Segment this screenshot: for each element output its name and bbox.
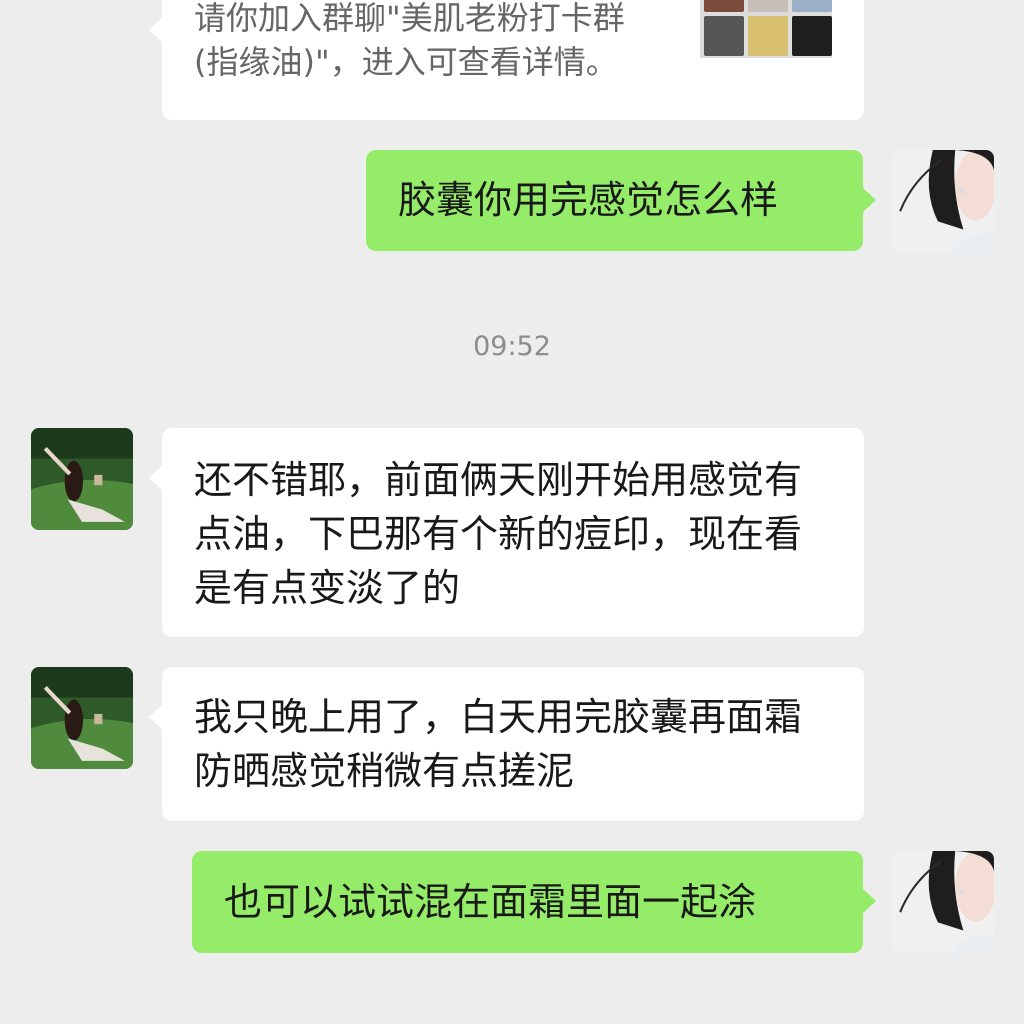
self-avatar[interactable] <box>892 851 994 953</box>
self-avatar[interactable] <box>892 150 994 252</box>
message-text: 胶囊你用完感觉怎么样 <box>398 178 779 222</box>
girl-with-earphones-icon <box>892 150 994 252</box>
message-bubble-incoming[interactable]: 我只晚上用了，白天用完胶囊再面霜防晒感觉稍微有点搓泥 <box>149 667 864 821</box>
message-text: 也可以试试混在面霜里面一起涂 <box>224 880 757 924</box>
message-bubble-outgoing[interactable]: 胶囊你用完感觉怎么样 <box>366 150 876 251</box>
contact-avatar[interactable] <box>31 428 133 530</box>
message-bubble-incoming[interactable]: 还不错耶，前面俩天刚开始用感觉有点油，下巴那有个新的痘印，现在看是有点变淡了的 <box>149 428 864 637</box>
contact-avatar[interactable] <box>31 667 133 769</box>
girl-with-earphones-icon <box>892 851 994 953</box>
message-text: 我只晚上用了，白天用完胶囊再面霜防晒感觉稍微有点搓泥 <box>194 695 803 793</box>
timestamp: 09:52 <box>473 331 551 362</box>
message-text: 还不错耶，前面俩天刚开始用感觉有点油，下巴那有个新的痘印，现在看是有点变淡了的 <box>194 458 803 610</box>
girl-on-grass-icon <box>31 667 133 769</box>
girl-on-grass-icon <box>31 428 133 530</box>
group-invite-card[interactable]: 请你加入群聊"美肌老粉打卡群 (指缘油)"，进入可查看详情。 <box>149 0 864 120</box>
message-bubble-outgoing[interactable]: 也可以试试混在面霜里面一起涂 <box>192 851 876 953</box>
group-avatar-grid-icon <box>700 0 832 58</box>
